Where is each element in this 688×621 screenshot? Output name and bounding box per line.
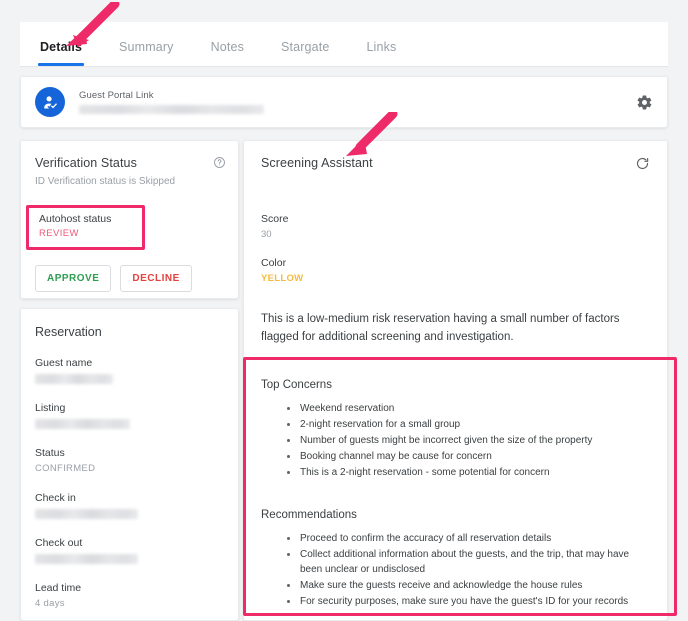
tab-stargate[interactable]: Stargate (281, 40, 329, 66)
reservation-title: Reservation (35, 325, 102, 339)
approve-button[interactable]: APPROVE (35, 265, 112, 292)
tab-links-label: Links (366, 40, 397, 54)
reservation-field-check-out: Check out (35, 537, 224, 564)
screening-assistant-card: Screening Assistant Score 30 Color YELLO… (243, 140, 668, 621)
autohost-status-block: Autohost status REVIEW (27, 205, 146, 250)
field-label: Lead time (35, 582, 82, 594)
recommendations-section: Recommendations Proceed to confirm the a… (261, 509, 650, 610)
help-circle-icon[interactable] (213, 156, 226, 174)
tab-details[interactable]: Details (37, 40, 85, 66)
color-label: Color (261, 257, 287, 269)
color-value: YELLOW (261, 273, 304, 284)
tab-notes-label: Notes (210, 40, 244, 54)
recommendations-list: Proceed to confirm the accuracy of all r… (287, 531, 650, 610)
field-label: Listing (35, 402, 66, 414)
verification-status-title: Verification Status (35, 156, 137, 170)
field-value: CONFIRMED (35, 463, 96, 474)
list-item: For security purposes, make sure you hav… (287, 594, 650, 609)
guest-portal-link-redacted[interactable] (79, 105, 264, 114)
field-label: Check out (35, 537, 83, 549)
reservation-field-status: Status CONFIRMED (35, 447, 224, 474)
field-value-redacted (35, 374, 113, 384)
list-item: Weekend reservation (287, 401, 650, 416)
score-value: 30 (261, 229, 272, 240)
top-concerns-list: Weekend reservation 2-night reservation … (287, 401, 650, 481)
tab-details-label: Details (40, 40, 83, 54)
gear-icon[interactable] (636, 94, 653, 111)
guest-portal-title: Guest Portal Link (79, 90, 154, 101)
refresh-icon[interactable] (635, 156, 650, 171)
top-concerns-section: Top Concerns Weekend reservation 2-night… (261, 379, 650, 481)
person-check-icon (35, 87, 65, 117)
field-label: Check in (35, 492, 76, 504)
list-item: Make sure the guests receive and acknowl… (287, 578, 650, 593)
screening-assistant-title: Screening Assistant (261, 156, 373, 170)
list-item: Proceed to confirm the accuracy of all r… (287, 531, 650, 546)
reservation-field-check-in: Check in (35, 492, 224, 519)
risk-summary-text: This is a low-medium risk reservation ha… (261, 313, 620, 343)
tab-links[interactable]: Links (366, 40, 396, 66)
color-block: Color YELLOW (261, 257, 650, 284)
score-label: Score (261, 213, 289, 225)
field-value-redacted (35, 554, 138, 564)
reservation-details-screen: Details Summary Notes Stargate Links Gue… (0, 0, 688, 621)
autohost-status-label: Autohost status (39, 213, 112, 225)
autohost-status-value: REVIEW (39, 228, 79, 239)
guest-portal-text-block: Guest Portal Link (79, 90, 636, 114)
field-value-redacted (35, 509, 138, 519)
reservation-field-lead-time: Lead time 4 days (35, 582, 224, 609)
tab-summary[interactable]: Summary (119, 40, 174, 66)
screening-assistant-header: Screening Assistant (261, 156, 650, 171)
top-concerns-title: Top Concerns (261, 378, 332, 391)
list-item: Collect additional information about the… (287, 547, 650, 577)
verification-status-subtitle: ID Verification status is Skipped (35, 176, 176, 187)
field-value-redacted (35, 419, 130, 429)
verification-status-card: Verification Status ID Verification stat… (20, 140, 239, 299)
list-item: This is a 2-night reservation - some pot… (287, 465, 650, 480)
tab-summary-label: Summary (119, 40, 174, 54)
decline-button[interactable]: DECLINE (120, 265, 192, 292)
reservation-card: Reservation Guest name Listing Status CO… (20, 308, 239, 621)
reservation-field-guest-name: Guest name (35, 357, 224, 384)
recommendations-title: Recommendations (261, 508, 357, 521)
tab-bar: Details Summary Notes Stargate Links (20, 22, 668, 67)
window-top-strip (0, 0, 688, 22)
list-item: Booking channel may be cause for concern (287, 449, 650, 464)
guest-portal-link-card: Guest Portal Link (20, 76, 668, 128)
list-item: 2-night reservation for a small group (287, 417, 650, 432)
tab-notes[interactable]: Notes (211, 40, 244, 66)
reservation-field-listing: Listing (35, 402, 224, 429)
field-label: Status (35, 447, 65, 459)
score-block: Score 30 (261, 213, 650, 240)
field-label: Guest name (35, 357, 93, 369)
tab-stargate-label: Stargate (280, 40, 330, 54)
list-item: Number of guests might be incorrect give… (287, 433, 650, 448)
verification-action-buttons: APPROVE DECLINE (35, 265, 192, 292)
field-value: 4 days (35, 598, 65, 609)
